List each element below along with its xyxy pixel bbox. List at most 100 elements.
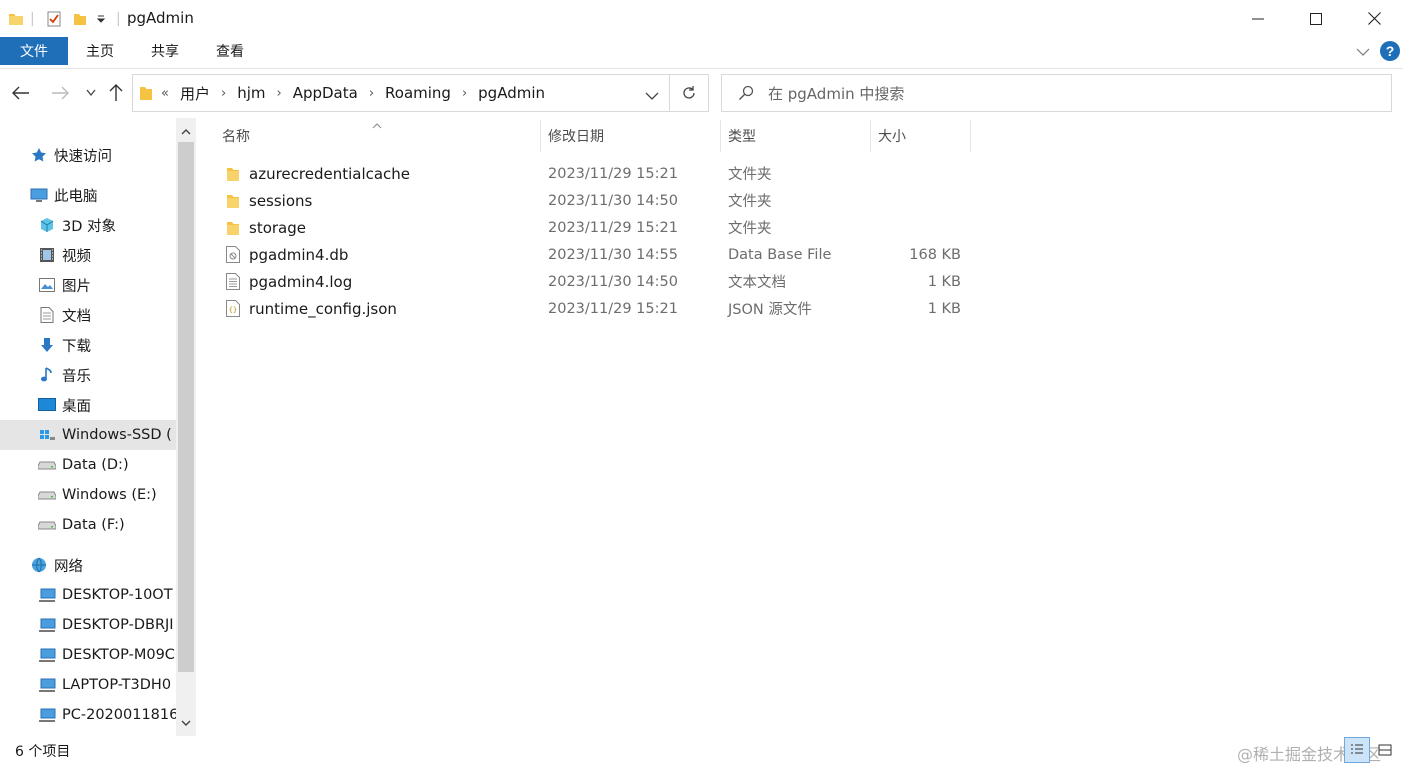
large-icons-view-icon (1378, 744, 1392, 756)
nav-downloads[interactable]: 下载 (0, 330, 176, 360)
scroll-up-chevron-icon[interactable] (176, 120, 196, 142)
nav-windows-e[interactable]: Windows (E:) (0, 480, 176, 510)
column-divider[interactable] (540, 120, 541, 152)
nav-label: DESKTOP-M09C (62, 647, 175, 663)
nav-this-pc[interactable]: 此电脑 (0, 180, 176, 210)
nav-pictures[interactable]: 图片 (0, 270, 176, 300)
properties-icon[interactable] (46, 10, 62, 28)
nav-windows-ssd[interactable]: Windows-SSD ( (0, 420, 176, 450)
column-divider[interactable] (870, 120, 871, 152)
nav-music[interactable]: 音乐 (0, 360, 176, 390)
breadcrumb-separator-icon[interactable]: › (453, 86, 476, 101)
file-row[interactable]: sessions 2023/11/30 14:50 文件夹 (218, 187, 978, 214)
file-row[interactable]: azurecredentialcache 2023/11/29 15:21 文件… (218, 160, 978, 187)
file-name: sessions (249, 191, 313, 210)
tab-home[interactable]: 主页 (72, 37, 128, 65)
breadcrumb-separator-icon[interactable]: › (212, 86, 235, 101)
back-button[interactable] (10, 82, 32, 104)
nav-label: 快速访问 (54, 148, 112, 165)
breadcrumb-roaming[interactable]: Roaming (383, 84, 453, 102)
scrollbar-thumb[interactable] (178, 142, 194, 672)
nav-desktop[interactable]: 桌面 (0, 390, 176, 420)
nav-data-f[interactable]: Data (F:) (0, 510, 176, 540)
navigation-pane: 快速访问 此电脑 3D 对象 视频 图片 文档 下载 音乐 桌面 Windows… (0, 118, 196, 736)
nav-videos[interactable]: 视频 (0, 240, 176, 270)
nav-network-computer[interactable]: DESKTOP-DBRJI (0, 610, 176, 640)
file-size (868, 160, 961, 187)
customize-quick-access-chevron-icon[interactable] (96, 10, 106, 28)
recent-locations-button[interactable] (80, 82, 102, 104)
column-divider[interactable] (720, 120, 721, 152)
address-row: « 用户 › hjm › AppData › Roaming › pgAdmin… (0, 70, 1403, 116)
close-button[interactable] (1345, 0, 1403, 37)
breadcrumb-appdata[interactable]: AppData (291, 84, 360, 102)
refresh-icon (683, 86, 695, 99)
large-icons-view-button[interactable] (1372, 737, 1398, 763)
nav-label: Windows-SSD ( (62, 427, 172, 443)
computer-icon (30, 186, 48, 204)
file-row[interactable]: storage 2023/11/29 15:21 文件夹 (218, 214, 978, 241)
status-bar: 6 个项目 @稀土掘金技术社区 (0, 737, 1403, 767)
nav-scrollbar[interactable] (176, 118, 196, 736)
refresh-button[interactable] (669, 74, 709, 112)
nav-documents[interactable]: 文档 (0, 300, 176, 330)
file-row[interactable]: {} runtime_config.json 2023/11/29 15:21 … (218, 295, 978, 322)
network-computer-icon (38, 706, 56, 724)
file-type: 文件夹 (728, 221, 772, 237)
folder-icon (8, 10, 24, 28)
nav-3d-objects[interactable]: 3D 对象 (0, 210, 176, 240)
network-computer-icon (38, 676, 56, 694)
text-file-icon (226, 268, 240, 295)
scroll-down-chevron-icon[interactable] (176, 712, 196, 734)
file-modified: 2023/11/30 14:50 (548, 273, 678, 290)
nav-network[interactable]: 网络 (0, 550, 176, 580)
nav-network-computer[interactable]: DESKTOP-M09C (0, 640, 176, 670)
help-icon[interactable]: ? (1380, 41, 1400, 65)
search-box[interactable]: 在 pgAdmin 中搜索 (721, 74, 1392, 112)
breadcrumb-overflow[interactable]: « (161, 86, 178, 101)
address-bar[interactable]: « 用户 › hjm › AppData › Roaming › pgAdmin (132, 74, 669, 112)
nav-label: Data (D:) (62, 457, 129, 473)
network-computer-icon (38, 646, 56, 664)
tab-view[interactable]: 查看 (202, 37, 258, 65)
column-header-type[interactable]: 类型 (722, 118, 870, 154)
breadcrumb-pgadmin[interactable]: pgAdmin (476, 84, 547, 102)
expand-ribbon-chevron-icon[interactable] (1356, 45, 1370, 61)
breadcrumb-separator-icon[interactable]: › (360, 86, 383, 101)
column-divider[interactable] (970, 120, 971, 152)
forward-button[interactable] (49, 82, 71, 104)
nav-network-computer[interactable]: PC-2020011816 (0, 700, 176, 730)
file-row[interactable]: pgadmin4.db 2023/11/30 14:55 Data Base F… (218, 241, 978, 268)
breadcrumb-users[interactable]: 用户 (178, 83, 212, 104)
breadcrumb-separator-icon[interactable]: › (267, 86, 290, 101)
file-name: storage (249, 218, 306, 237)
star-icon (30, 146, 48, 164)
up-button[interactable] (105, 82, 127, 104)
file-size: 1 KB (927, 300, 961, 317)
nav-label: 下载 (62, 338, 91, 355)
nav-quick-access[interactable]: 快速访问 (0, 140, 176, 170)
tab-share[interactable]: 共享 (137, 37, 193, 65)
nav-label: 文档 (62, 308, 91, 325)
nav-label: 网络 (54, 558, 83, 575)
file-row[interactable]: pgadmin4.log 2023/11/30 14:50 文本文档 1 KB (218, 268, 978, 295)
nav-network-computer[interactable]: LAPTOP-T3DH0 (0, 670, 176, 700)
file-modified: 2023/11/30 14:55 (548, 246, 678, 263)
column-header-size[interactable]: 大小 (872, 118, 970, 154)
maximize-icon (1310, 12, 1322, 25)
title-bar: | | pgAdmin (0, 0, 1403, 37)
file-modified: 2023/11/30 14:50 (548, 192, 678, 209)
file-size: 1 KB (927, 273, 961, 290)
nav-data-d[interactable]: Data (D:) (0, 450, 176, 480)
nav-network-computer[interactable]: DESKTOP-10OT (0, 580, 176, 610)
column-header-name[interactable]: 名称 (216, 118, 540, 154)
details-view-icon (1351, 744, 1363, 754)
address-history-chevron-icon[interactable] (645, 89, 659, 105)
minimize-button[interactable] (1229, 0, 1287, 37)
new-folder-icon[interactable] (72, 10, 88, 28)
column-header-modified[interactable]: 修改日期 (542, 118, 720, 154)
tab-file[interactable]: 文件 (0, 37, 68, 65)
details-view-button[interactable] (1344, 737, 1370, 763)
breadcrumb-hjm[interactable]: hjm (235, 84, 267, 102)
maximize-button[interactable] (1287, 0, 1345, 37)
